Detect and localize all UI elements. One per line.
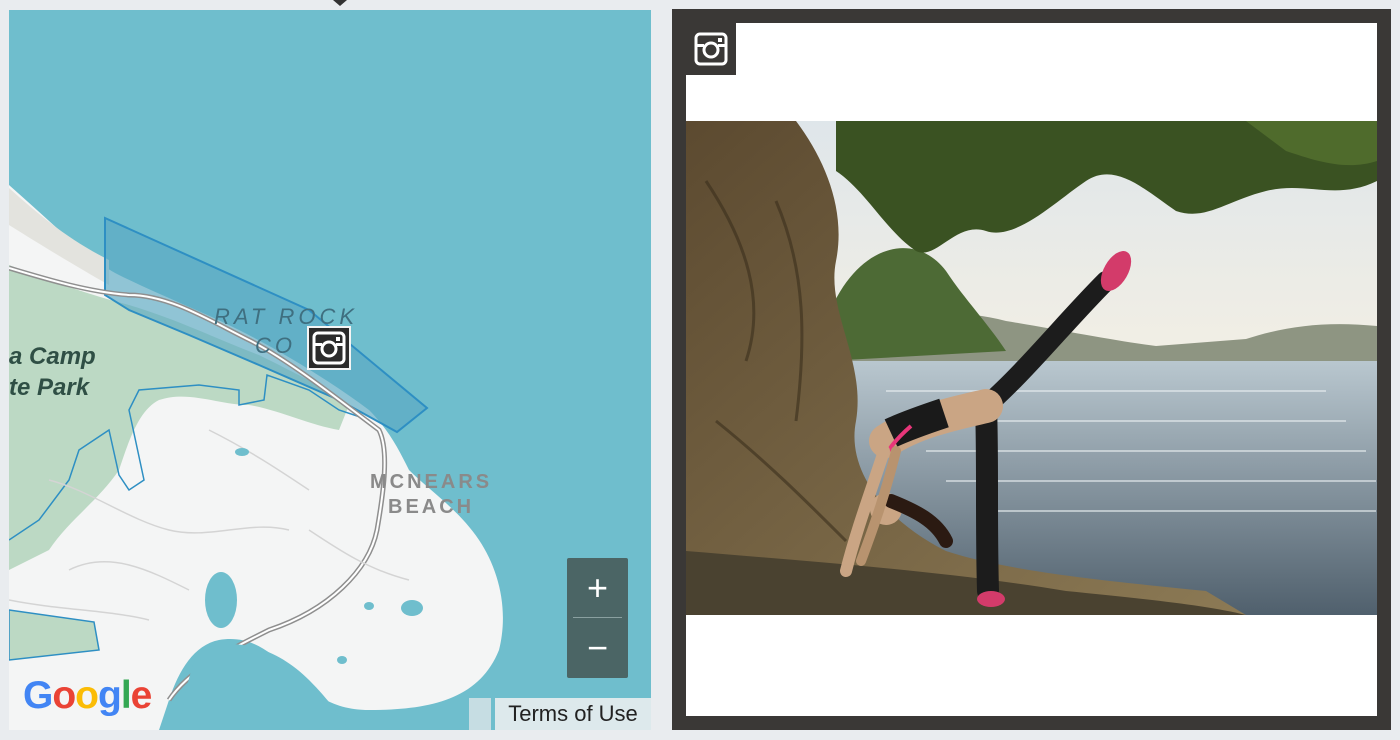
park-name-label: a Camp te Park	[9, 343, 96, 401]
logo-letter: g	[98, 674, 122, 717]
logo-letter: l	[120, 674, 132, 717]
pointer-caret-icon	[333, 0, 347, 6]
map-view[interactable]: RAT ROCK CO a Camp te Park MCNEARS BEACH…	[9, 10, 651, 730]
zoom-out-button[interactable]: −	[567, 618, 628, 677]
terms-of-use-link[interactable]: Terms of Use	[495, 698, 651, 730]
zoom-in-button[interactable]: +	[567, 558, 628, 617]
beach-label-line1: MCNEARS	[370, 471, 493, 493]
map-tiles	[9, 10, 651, 730]
instagram-icon	[312, 331, 346, 365]
logo-letter: o	[75, 674, 99, 717]
map-footer-spacer	[469, 698, 491, 730]
yoga-pose-by-water-photo[interactable]	[686, 121, 1377, 615]
logo-letter: G	[23, 674, 53, 717]
instagram-map-marker[interactable]	[307, 326, 351, 370]
rat-rock-label-2: CO	[255, 333, 296, 358]
mcnears-beach-label: MCNEARS BEACH	[370, 470, 492, 520]
logo-letter: o	[52, 674, 76, 717]
instagram-icon	[694, 32, 728, 66]
beach-label-line2: BEACH	[388, 496, 475, 518]
logo-letter: e	[130, 674, 153, 717]
google-logo[interactable]: Google	[23, 674, 153, 718]
instagram-badge[interactable]	[686, 23, 736, 75]
zoom-controls: + −	[567, 558, 628, 678]
photo-illustration	[686, 121, 1377, 615]
photo-panel	[672, 9, 1391, 730]
